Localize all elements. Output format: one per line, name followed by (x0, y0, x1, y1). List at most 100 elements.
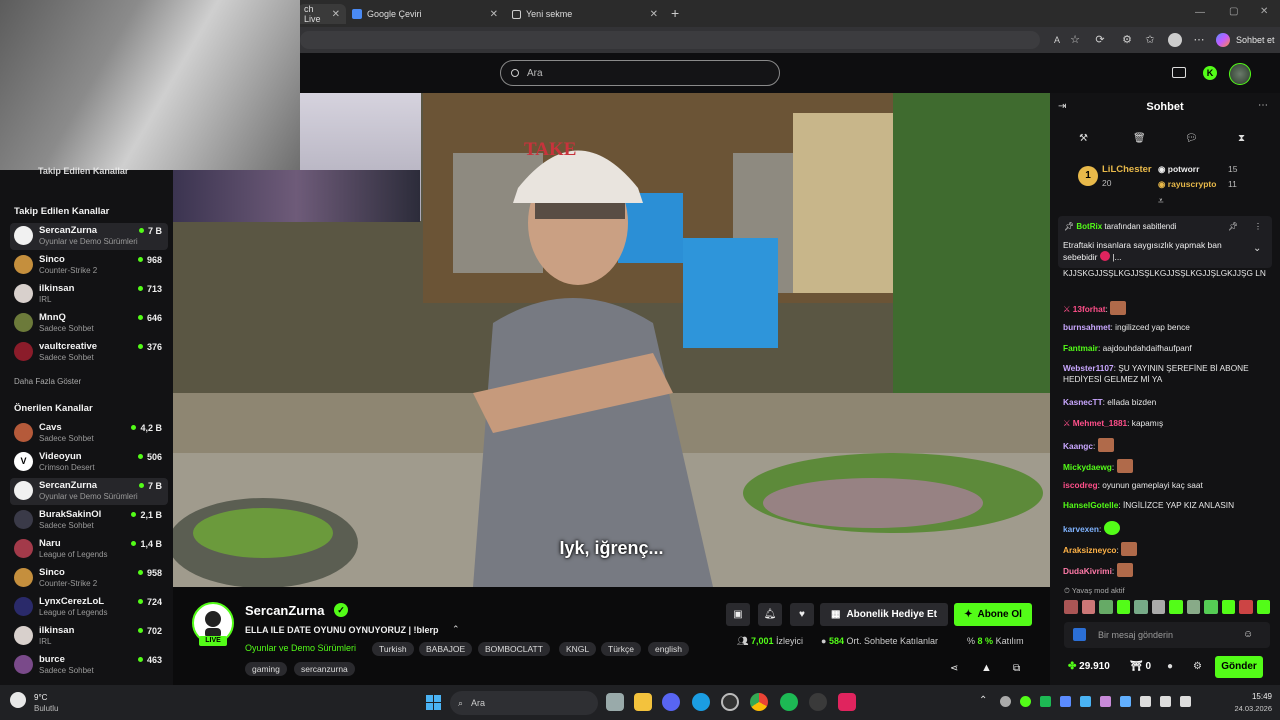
discord-icon[interactable] (662, 693, 680, 711)
refresh-icon[interactable]: ⟳ (1093, 33, 1107, 47)
tray-icon[interactable] (1000, 696, 1011, 707)
tag[interactable]: KNGL (559, 642, 597, 656)
new-tab-icon[interactable]: + (671, 5, 679, 21)
chat-bubble-icon[interactable]: 💬︎ (1185, 133, 1198, 144)
extensions-icon[interactable]: ⚙ (1120, 33, 1134, 47)
chat-username[interactable]: burnsahmet (1063, 322, 1110, 332)
more-icon[interactable]: ⋯ (1258, 100, 1268, 111)
emote[interactable] (1064, 600, 1078, 614)
chrome-icon[interactable] (750, 693, 768, 711)
tray-icon[interactable] (1080, 696, 1091, 707)
tag[interactable]: gaming (245, 662, 287, 676)
sidebar-item-sercanzurna-recommended[interactable]: SercanZurna Oyunlar ve Demo Sürümleri 7 … (10, 478, 168, 505)
close-window-icon[interactable]: ✕ (1260, 6, 1268, 17)
clock-time[interactable]: 15:49 (1238, 692, 1272, 701)
leader-name[interactable]: LiLChester (1102, 164, 1152, 175)
hammer-icon[interactable]: ⚒ (1079, 133, 1088, 144)
start-button-icon[interactable] (426, 695, 441, 710)
chat-username[interactable]: 13forhat (1073, 304, 1106, 314)
tag[interactable]: BABAJOE (419, 642, 473, 656)
sidebar-item-cavs[interactable]: Cavs Sadece Sohbet 4,2 B (10, 420, 168, 447)
tray-icon[interactable] (1020, 696, 1031, 707)
chat-username[interactable]: Araksizneyco (1063, 545, 1117, 555)
bell-icon[interactable]: 🔔︎ (758, 603, 782, 626)
app-icon[interactable] (838, 693, 856, 711)
tray-icon[interactable] (1120, 696, 1131, 707)
tag[interactable]: sercanzurna (294, 662, 355, 676)
emote[interactable] (1239, 600, 1253, 614)
sidebar-item-videoyun[interactable]: V Videoyun Crimson Desert 506 (10, 449, 168, 476)
emote[interactable] (1099, 600, 1113, 614)
emote[interactable] (1081, 600, 1095, 614)
sidebar-item-vaultcreative[interactable]: vaultcreative Sadece Sohbet 376 (10, 339, 168, 366)
read-aloud-icon[interactable]: A (1050, 33, 1064, 47)
chat-username[interactable]: Fantmair (1063, 343, 1098, 353)
emote[interactable] (1134, 600, 1148, 614)
tab-kick[interactable]: ch Live ✕ (298, 4, 346, 24)
subscribe-button[interactable]: ✦ Abone Ol (954, 603, 1032, 626)
gift-subscription-button[interactable]: ▦ Abonelik Hediye Et (820, 603, 948, 626)
share-icon[interactable]: ⋖ (950, 663, 958, 674)
tab-translate[interactable]: Google Çeviri ✕ (346, 4, 504, 24)
tray-icon[interactable] (1060, 696, 1071, 707)
chevron-up-icon[interactable]: ⌃ (452, 624, 460, 635)
sidebar-item-mnnq[interactable]: MnnQ Sadece Sohbet 646 (10, 310, 168, 337)
favorite-icon[interactable]: ☆ (1068, 33, 1082, 47)
maximize-icon[interactable]: ▢ (1229, 6, 1238, 17)
more-icon[interactable]: ⋯ (1192, 33, 1206, 47)
steam-icon[interactable] (721, 693, 739, 711)
emote[interactable] (1204, 600, 1218, 614)
close-icon[interactable]: ✕ (490, 9, 498, 20)
close-icon[interactable]: ✕ (332, 9, 340, 20)
sidebar-item-sinco-recommended[interactable]: Sinco Counter-Strike 2 958 (10, 565, 168, 592)
tray-icon[interactable] (1140, 696, 1151, 707)
chat-button[interactable]: Sohbet et (1236, 35, 1275, 45)
more-options-icon[interactable]: ⧉ (1013, 663, 1020, 674)
send-button[interactable]: Gönder (1215, 656, 1263, 678)
chat-username[interactable]: Kaangc (1063, 441, 1093, 451)
stream-category[interactable]: Oyunlar ve Demo Sürümleri (245, 643, 356, 653)
chat-username[interactable]: KasnecTT (1063, 397, 1103, 407)
tab-new[interactable]: Yeni sekme ✕ (506, 4, 664, 24)
gift-counter[interactable]: ⛩︎ 0 (1130, 661, 1151, 672)
hourglass-icon[interactable]: ⧗ (1238, 133, 1245, 144)
clip-icon[interactable]: ▣ (726, 603, 750, 626)
emote[interactable] (1256, 600, 1270, 614)
channel-points[interactable]: ✤ 29.910 (1068, 661, 1110, 672)
chat-username[interactable]: iscodreg (1063, 480, 1098, 490)
close-icon[interactable]: ✕ (650, 9, 658, 20)
sidebar-item-sercanzurna[interactable]: SercanZurna Oyunlar ve Demo Sürümleri 7 … (10, 223, 168, 250)
task-view-icon[interactable] (606, 693, 624, 711)
chat-username[interactable]: Mehmet_1881 (1073, 418, 1127, 428)
report-icon[interactable]: ▲ (981, 662, 992, 674)
tag[interactable]: Türkçe (601, 642, 641, 656)
emote[interactable] (1186, 600, 1200, 614)
gear-icon[interactable]: ⚙ (1193, 661, 1202, 672)
minimize-icon[interactable]: — (1195, 7, 1205, 18)
emote[interactable] (1169, 600, 1183, 614)
tag[interactable]: BOMBOCLATT (478, 642, 550, 656)
leader-name[interactable]: ◉ potworr (1158, 164, 1199, 175)
weather-icon[interactable] (10, 692, 26, 708)
chevron-up-icon[interactable]: ⌃ (979, 695, 987, 706)
taskbar-search[interactable]: ⌕ Ara (450, 691, 598, 715)
sidebar-item-naru[interactable]: Naru League of Legends 1,4 B (10, 536, 168, 563)
sidebar-item-lynxcerezlol[interactable]: LynxCerezLoL League of Legends 724 (10, 594, 168, 621)
tag[interactable]: english (648, 642, 689, 656)
unpin-icon[interactable]: 📌︎ (1228, 222, 1238, 231)
url-field[interactable] (300, 31, 1040, 49)
pin-toggle-icon[interactable]: ⩡ (1158, 196, 1164, 207)
edge-icon[interactable] (692, 693, 710, 711)
volume-icon[interactable] (1180, 696, 1191, 707)
clock-date[interactable]: 24.03.2026 (1222, 704, 1272, 713)
favorites-icon[interactable]: ✩ (1143, 33, 1157, 47)
chat-username[interactable]: karvexen (1063, 524, 1099, 534)
sidebar-item-ilkinsan[interactable]: ilkinsan IRL 713 (10, 281, 168, 308)
sidebar-item-buraksakinol[interactable]: BurakSakinOl Sadece Sohbet 2,1 B (10, 507, 168, 534)
tray-icon[interactable] (1040, 696, 1051, 707)
spotify-icon[interactable] (780, 693, 798, 711)
tag[interactable]: Turkish (372, 642, 414, 656)
emote[interactable] (1151, 600, 1165, 614)
chat-bubble-icon[interactable]: ● (1167, 661, 1173, 672)
user-avatar[interactable] (1229, 63, 1251, 85)
